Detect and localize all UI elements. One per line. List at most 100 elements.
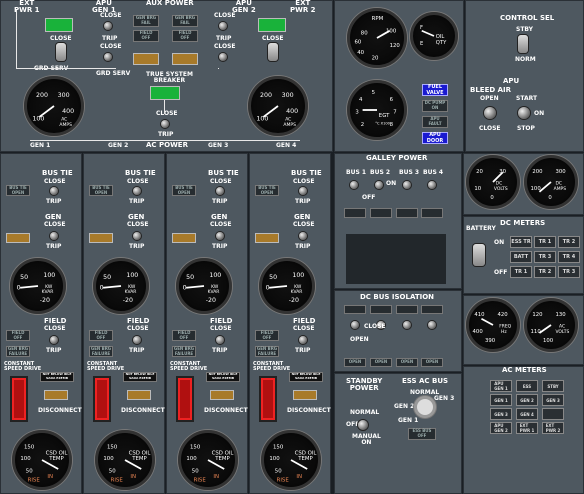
field-off-light-4[interactable]: FIELD OFF bbox=[255, 330, 279, 341]
csd-amber-light-3[interactable] bbox=[210, 390, 234, 400]
ext-pwr1-available-light[interactable] bbox=[45, 18, 73, 32]
apu-fault-light[interactable]: APU FAULT bbox=[422, 116, 448, 128]
ext-pwr2-switch[interactable] bbox=[268, 43, 278, 61]
gen-amber-light-2[interactable] bbox=[89, 233, 113, 243]
ac-meter-btn-0-2[interactable]: STBY bbox=[542, 380, 564, 392]
field-off-light-1[interactable]: FIELD OFF bbox=[6, 330, 30, 341]
battery-switch[interactable] bbox=[473, 244, 485, 266]
gen-brg-fail-light-2[interactable]: GEN BRG FAILURE bbox=[89, 346, 113, 357]
csd-disconnect-guard-3[interactable] bbox=[176, 376, 194, 422]
dc-iso-switch-3[interactable] bbox=[403, 321, 411, 329]
field-switch-2[interactable] bbox=[133, 336, 141, 344]
dc-meter-btn-0-0[interactable]: ESS TR bbox=[510, 236, 532, 248]
dc-pump-on-light[interactable]: DC PUMP ON bbox=[422, 100, 448, 112]
bus-tie-open-light-1[interactable]: BUS TIE OPEN bbox=[6, 185, 30, 196]
fuel-valve-light[interactable]: FUEL VALVE bbox=[422, 84, 448, 96]
bus-tie-switch-2[interactable] bbox=[133, 187, 141, 195]
dc-meter-btn-1-2[interactable]: TR 4 bbox=[558, 251, 580, 263]
gen-brg-fail-light-1[interactable]: GEN BRG FAILURE bbox=[6, 346, 30, 357]
csd-amber-light-2[interactable] bbox=[127, 390, 151, 400]
apu-gen2-switch[interactable] bbox=[219, 22, 227, 30]
apu-gen2-field-switch[interactable] bbox=[219, 53, 227, 61]
dc-iso-open-4[interactable]: OPEN bbox=[421, 358, 443, 367]
dc-iso-light-2[interactable] bbox=[370, 305, 392, 314]
csd-amber-light-1[interactable] bbox=[44, 390, 68, 400]
apu-gen1-amber-light[interactable] bbox=[133, 53, 159, 65]
galley-light-1[interactable] bbox=[344, 208, 366, 218]
apu-gen2-field-off[interactable]: FIELD OFF bbox=[172, 30, 198, 42]
gen-switch-4[interactable] bbox=[299, 232, 307, 240]
apu-gen1-field-switch[interactable] bbox=[104, 53, 112, 61]
ac-meter-btn-2-1[interactable]: GEN 4 bbox=[516, 408, 538, 420]
apu-gen2-amber-light[interactable] bbox=[172, 53, 198, 65]
gen-switch-2[interactable] bbox=[133, 232, 141, 240]
bus-tie-open-light-2[interactable]: BUS TIE OPEN bbox=[89, 185, 113, 196]
apu-gen1-switch[interactable] bbox=[104, 22, 112, 30]
ac-meter-btn-2-2[interactable] bbox=[542, 408, 564, 420]
control-sel-switch[interactable] bbox=[518, 35, 528, 53]
ac-meter-btn-2-0[interactable]: GEN 3 bbox=[490, 408, 512, 420]
bus-tie-open-light-4[interactable]: BUS TIE OPEN bbox=[255, 185, 279, 196]
dc-meter-btn-0-2[interactable]: TR 2 bbox=[558, 236, 580, 248]
tbus-switch[interactable] bbox=[161, 120, 169, 128]
gen-brg-fail-light-3[interactable]: GEN BRG FAILURE bbox=[172, 346, 196, 357]
apu-door-light[interactable]: APU DOOR bbox=[422, 132, 448, 144]
dc-meter-btn-2-0[interactable]: TR 1 bbox=[510, 266, 532, 278]
ac-meter-btn-3-1[interactable]: EXT PWR 1 bbox=[516, 422, 538, 434]
csd-disconnect-guard-1[interactable] bbox=[10, 376, 28, 422]
gen-brg-fail-light-4[interactable]: GEN BRG FAILURE bbox=[255, 346, 279, 357]
ess-ac-bus-selector[interactable] bbox=[414, 396, 436, 418]
apu-gen1-field-off[interactable]: FIELD OFF bbox=[133, 30, 159, 42]
gen-switch-3[interactable] bbox=[216, 232, 224, 240]
ess-bus-off-light[interactable]: ESS BUS OFF bbox=[408, 428, 436, 440]
dc-iso-open-1[interactable]: OPEN bbox=[344, 358, 366, 367]
gen-switch-1[interactable] bbox=[50, 232, 58, 240]
dc-iso-open-2[interactable]: OPEN bbox=[370, 358, 392, 367]
bus-tie-switch-1[interactable] bbox=[50, 187, 58, 195]
dc-meter-btn-2-1[interactable]: TR 2 bbox=[534, 266, 556, 278]
galley-light-2[interactable] bbox=[370, 208, 392, 218]
ext-pwr2-available-light[interactable] bbox=[258, 18, 286, 32]
dc-iso-open-3[interactable]: OPEN bbox=[396, 358, 418, 367]
dc-iso-switch-4[interactable] bbox=[428, 321, 436, 329]
dc-meter-btn-0-1[interactable]: TR 1 bbox=[534, 236, 556, 248]
dc-iso-light-3[interactable] bbox=[396, 305, 418, 314]
ac-meter-btn-3-2[interactable]: EXT PWR 2 bbox=[542, 422, 564, 434]
field-switch-4[interactable] bbox=[299, 336, 307, 344]
bleed-air-switch[interactable] bbox=[484, 107, 496, 119]
galley-light-3[interactable] bbox=[396, 208, 418, 218]
dc-iso-light-1[interactable] bbox=[344, 305, 366, 314]
field-off-light-3[interactable]: FIELD OFF bbox=[172, 330, 196, 341]
csd-disconnect-guard-4[interactable] bbox=[259, 376, 277, 422]
gen-amber-light-4[interactable] bbox=[255, 233, 279, 243]
bus-tie-switch-4[interactable] bbox=[299, 187, 307, 195]
gen-amber-light-1[interactable] bbox=[6, 233, 30, 243]
dc-meter-btn-1-0[interactable]: BATT bbox=[510, 251, 532, 263]
standby-power-switch[interactable] bbox=[358, 420, 368, 430]
galley-light-4[interactable] bbox=[421, 208, 443, 218]
bus-tie-switch-3[interactable] bbox=[216, 187, 224, 195]
ac-meter-btn-1-0[interactable]: GEN 1 bbox=[490, 394, 512, 406]
field-off-light-2[interactable]: FIELD OFF bbox=[89, 330, 113, 341]
dc-meter-btn-1-1[interactable]: TR 3 bbox=[534, 251, 556, 263]
field-switch-3[interactable] bbox=[216, 336, 224, 344]
ac-meter-btn-0-0[interactable]: APU GEN 1 bbox=[490, 380, 512, 392]
galley-bus3-switch[interactable] bbox=[403, 181, 411, 189]
galley-bus1-switch[interactable] bbox=[350, 181, 358, 189]
dc-meter-btn-2-2[interactable]: TR 3 bbox=[558, 266, 580, 278]
csd-amber-light-4[interactable] bbox=[293, 390, 317, 400]
field-switch-1[interactable] bbox=[50, 336, 58, 344]
csd-disconnect-guard-2[interactable] bbox=[93, 376, 111, 422]
ac-meter-btn-1-2[interactable]: GEN 3 bbox=[542, 394, 564, 406]
gen-amber-light-3[interactable] bbox=[172, 233, 196, 243]
galley-bus4-switch[interactable] bbox=[428, 181, 436, 189]
ac-meter-btn-1-1[interactable]: GEN 2 bbox=[516, 394, 538, 406]
ext-pwr1-switch[interactable] bbox=[56, 43, 66, 61]
ac-meter-btn-0-1[interactable]: ESS bbox=[516, 380, 538, 392]
apu-gen2-brg-fail[interactable]: GEN BRG FAIL bbox=[172, 15, 198, 27]
galley-bus2-switch[interactable] bbox=[375, 181, 383, 189]
apu-gen1-brg-fail[interactable]: GEN BRG FAIL bbox=[133, 15, 159, 27]
ac-meter-btn-3-0[interactable]: APU GEN 2 bbox=[490, 422, 512, 434]
apu-start-switch[interactable] bbox=[518, 107, 530, 119]
tbus-light[interactable] bbox=[150, 86, 180, 100]
